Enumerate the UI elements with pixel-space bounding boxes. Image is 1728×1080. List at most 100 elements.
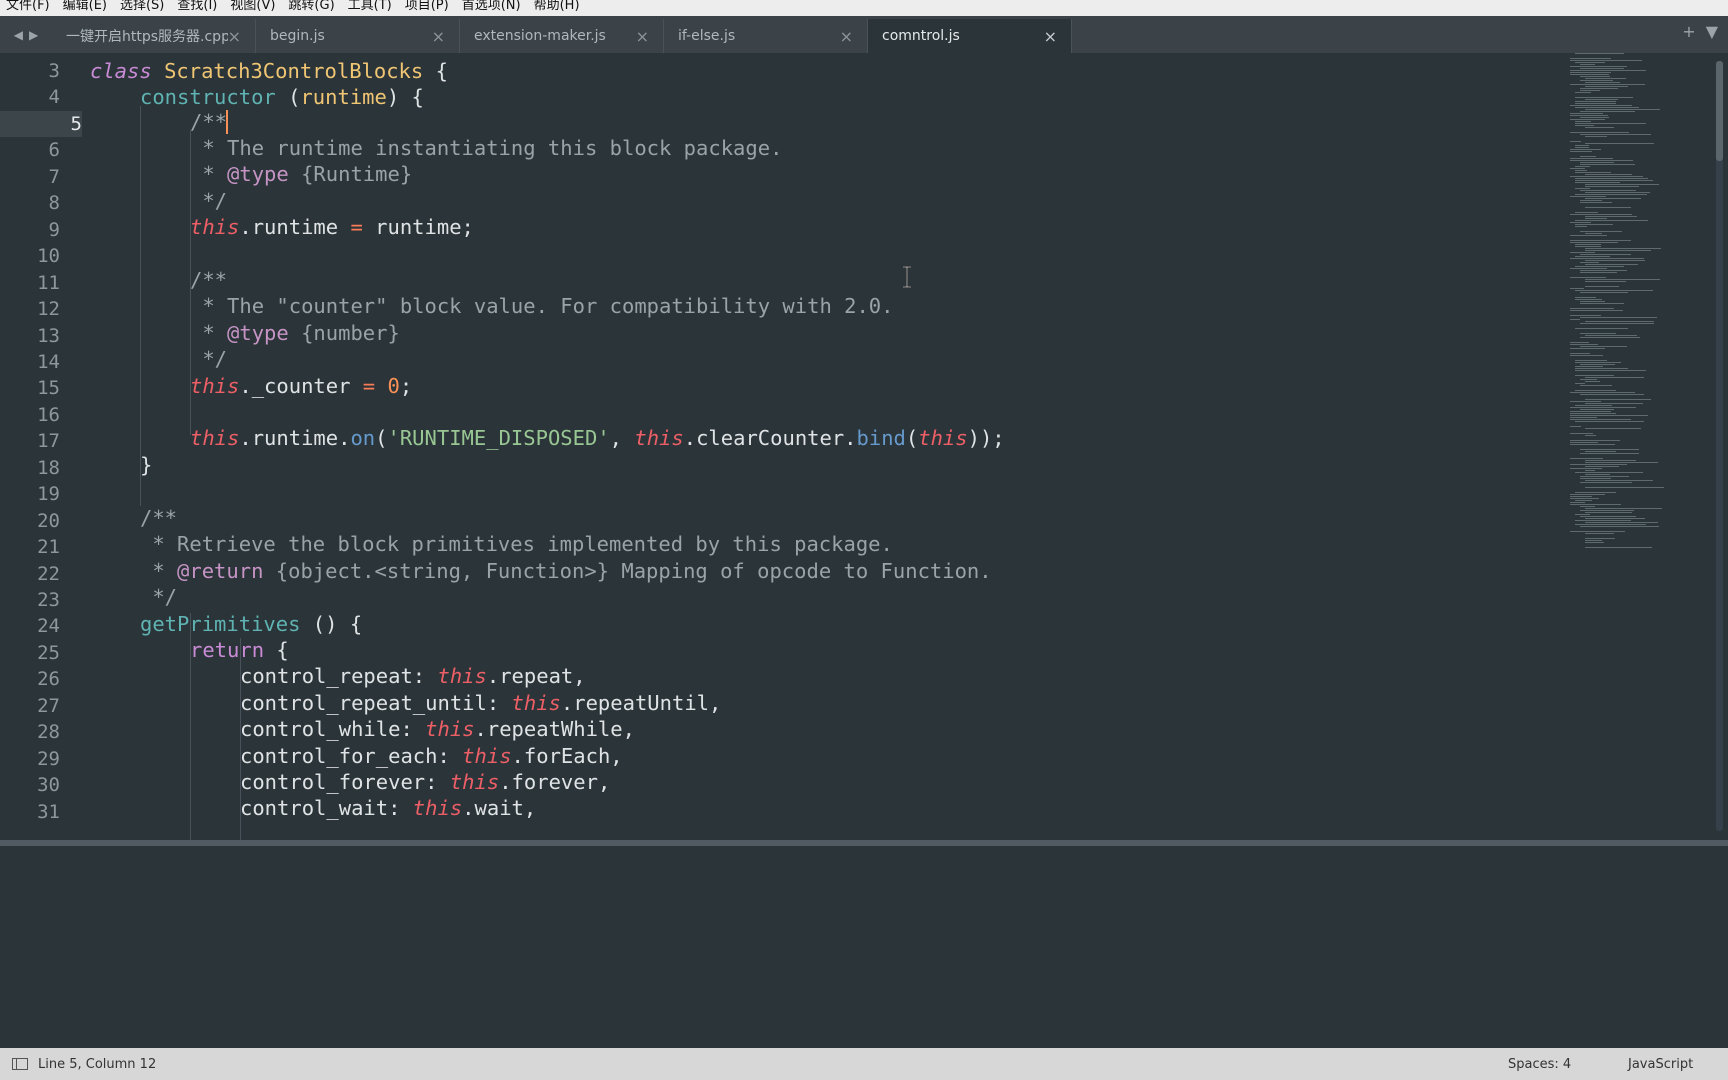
code-line-3: class Scratch3ControlBlocks { — [90, 59, 448, 83]
code-line-14: */ — [190, 347, 228, 371]
minimap-line — [1580, 476, 1630, 477]
tab-https-server[interactable]: 一键开启https服务器.cpp × — [52, 19, 256, 53]
output-console[interactable] — [0, 846, 1728, 1048]
close-icon[interactable]: × — [228, 27, 241, 46]
minimap-line — [1580, 516, 1636, 517]
minimap-line — [1575, 360, 1607, 361]
syntax-selector[interactable]: JavaScript — [1628, 1057, 1728, 1072]
menu-find[interactable]: 查找(I) — [171, 0, 224, 16]
minimap-line — [1585, 184, 1660, 185]
tab-comntrol[interactable]: comntrol.js × — [868, 19, 1072, 53]
minimap-line — [1580, 202, 1613, 203]
minimap-line — [1580, 68, 1625, 69]
minimap-line — [1585, 127, 1614, 128]
minimap-line — [1585, 542, 1605, 543]
minimap-line — [1570, 160, 1633, 161]
minimap-line — [1585, 192, 1650, 193]
minimap-line — [1580, 111, 1635, 112]
line-number: 21 — [37, 536, 60, 559]
minimap-line — [1585, 508, 1662, 509]
menu-file[interactable]: 文件(F) — [0, 0, 57, 16]
status-bar: Line 5, Column 12 Spaces: 4 JavaScript — [0, 1048, 1728, 1080]
minimap-line — [1585, 216, 1637, 217]
minimap-line — [1570, 149, 1601, 150]
code-editor[interactable]: 3 4 5 6 7 8 9 10 11 12 13 14 15 16 17 18 19 20 21 22 23 24 25 2… — [0, 53, 1728, 840]
code-line-29: control_for_each: this.forEach, — [240, 744, 623, 768]
minimap-line — [1570, 196, 1606, 197]
minimap-line — [1585, 136, 1607, 137]
close-icon[interactable]: × — [636, 27, 649, 46]
code-line-22: * @return {object.<string, Function>} Ma… — [140, 559, 992, 583]
minimap-line — [1580, 164, 1635, 165]
minimap-line — [1570, 415, 1649, 416]
scrollbar-thumb[interactable] — [1716, 61, 1723, 161]
code-line-21: * Retrieve the block primitives implemen… — [140, 532, 893, 556]
minimap-line — [1585, 533, 1614, 534]
tab-bar: ◀ ▶ 一键开启https服务器.cpp × begin.js × extens… — [0, 16, 1728, 53]
minimap-line — [1570, 419, 1631, 420]
new-tab-icon[interactable]: + — [1682, 22, 1695, 41]
menu-edit[interactable]: 编辑(E) — [57, 0, 114, 16]
minimap-line — [1585, 470, 1596, 471]
menu-project[interactable]: 项目(P) — [399, 0, 456, 16]
minimap-line — [1585, 435, 1596, 436]
minimap-line — [1570, 319, 1581, 320]
tab-begin[interactable]: begin.js × — [256, 19, 460, 53]
line-number: 12 — [37, 298, 60, 321]
minimap-line — [1575, 492, 1616, 493]
minimap-line — [1585, 279, 1660, 280]
indentation-setting[interactable]: Spaces: 4 — [1508, 1057, 1628, 1072]
minimap-line — [1585, 86, 1628, 87]
menu-help[interactable]: 帮助(H) — [528, 0, 587, 16]
minimap-line — [1580, 449, 1640, 450]
minimap-line — [1580, 262, 1600, 263]
minimap-line — [1570, 66, 1628, 67]
tab-menu-icon[interactable]: ▼ — [1706, 22, 1718, 41]
menu-goto[interactable]: 跳转(G) — [282, 0, 341, 16]
minimap-line — [1575, 266, 1624, 267]
close-icon[interactable]: × — [1044, 27, 1057, 46]
minimap-line — [1580, 346, 1627, 347]
tab-next-icon[interactable]: ▶ — [29, 28, 38, 42]
code-line-24: getPrimitives () { — [140, 612, 363, 636]
panel-toggle-icon[interactable] — [12, 1058, 28, 1070]
minimap-line — [1570, 496, 1592, 497]
minimap[interactable] — [1570, 53, 1720, 553]
minimap-line — [1570, 151, 1592, 152]
menu-tools[interactable]: 工具(T) — [342, 0, 399, 16]
tab-prev-icon[interactable]: ◀ — [14, 28, 23, 42]
tab-if-else[interactable]: if-else.js × — [664, 19, 868, 53]
minimap-line — [1575, 500, 1593, 501]
minimap-line — [1575, 366, 1603, 367]
cursor-position[interactable]: Line 5, Column 12 — [38, 1057, 1508, 1072]
menu-preferences[interactable]: 首选项(N) — [456, 0, 528, 16]
close-icon[interactable]: × — [840, 27, 853, 46]
minimap-line — [1585, 143, 1655, 144]
minimap-line — [1585, 78, 1627, 79]
line-number: 10 — [37, 245, 60, 268]
code-area[interactable]: class Scratch3ControlBlocks { constructo… — [90, 53, 1570, 840]
line-number: 6 — [48, 139, 60, 162]
minimap-line — [1585, 109, 1660, 110]
close-icon[interactable]: × — [432, 27, 445, 46]
menu-selection[interactable]: 选择(S) — [114, 0, 171, 16]
minimap-line — [1575, 170, 1588, 171]
indent-guide — [140, 106, 141, 506]
code-line-25: return { — [190, 638, 289, 662]
line-number: 5 — [0, 110, 82, 138]
line-number: 13 — [37, 324, 60, 347]
minimap-line — [1575, 188, 1591, 189]
line-number: 30 — [37, 774, 60, 797]
minimap-line — [1580, 301, 1606, 302]
minimap-line — [1570, 464, 1628, 465]
code-line-26: control_repeat: this.repeat, — [240, 664, 586, 688]
code-line-17: this.runtime.on('RUNTIME_DISPOSED', this… — [190, 426, 1005, 450]
vertical-scrollbar[interactable] — [1716, 61, 1723, 831]
minimap-line — [1575, 299, 1602, 300]
menu-view[interactable]: 视图(V) — [224, 0, 282, 16]
minimap-line — [1570, 132, 1630, 133]
minimap-line — [1570, 401, 1602, 402]
tab-extension-maker[interactable]: extension-maker.js × — [460, 19, 664, 53]
minimap-line — [1570, 74, 1610, 75]
minimap-line — [1570, 268, 1608, 269]
